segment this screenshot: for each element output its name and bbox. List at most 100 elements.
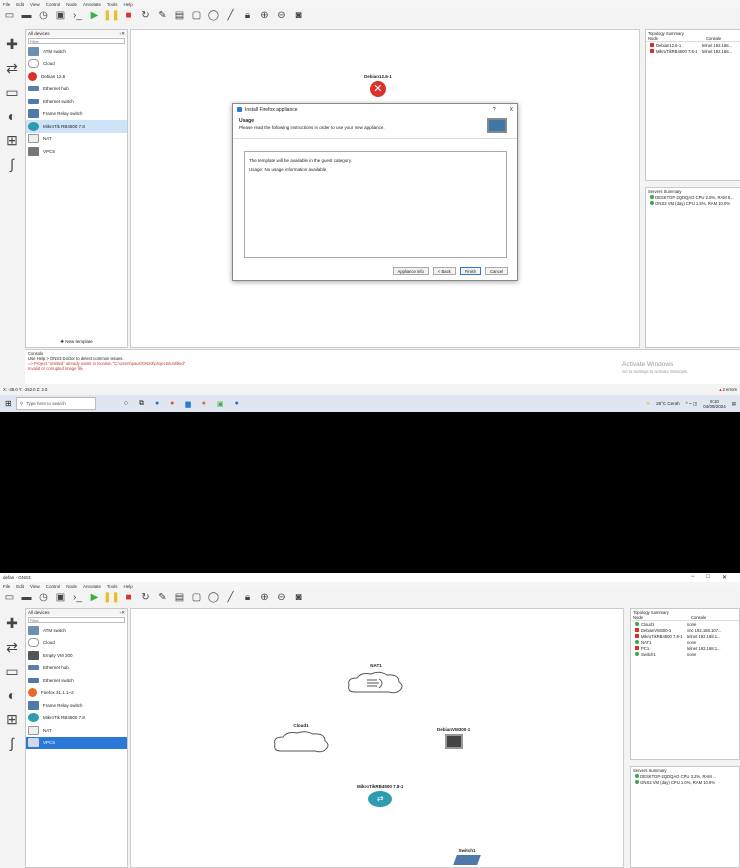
node-mikrotik[interactable]: MikroTikRB4500 7.8-1 ⇄ [357,784,403,807]
rectangle-icon[interactable]: ▢ [191,592,202,603]
line-icon[interactable]: ╱ [225,592,236,603]
all-devices-icon[interactable]: ⊞ [4,132,20,148]
server-row[interactable]: DESKTOP-2QDQAO CPU 2.5%, RAM 8... [646,194,740,200]
stop-icon[interactable]: ■ [123,592,134,603]
back-button[interactable]: < Back [432,267,456,275]
maximize-button[interactable]: □ [706,574,710,581]
menu-help[interactable]: Help [124,2,133,7]
menu-control[interactable]: Control [46,2,61,7]
image-icon[interactable]: ▤ [174,10,185,21]
node-debian[interactable]: DebianVM300-1 [437,727,470,749]
screenshot-icon[interactable]: ◙ [293,592,304,603]
device-atm-switch[interactable]: ATM switch [26,45,127,58]
filter-input[interactable]: Filter [28,38,125,44]
start-icon[interactable]: ▶ [89,592,100,603]
finish-button[interactable]: Finish [459,267,481,275]
security-devices-icon[interactable]: ◐ [4,687,20,703]
add-link-icon[interactable]: ∫ [4,735,20,751]
chrome-icon[interactable]: ● [170,400,174,408]
device-ethernet-switch[interactable]: Ethernet switch [26,95,127,108]
menu-view[interactable]: View [30,2,40,7]
panel-controls-icon[interactable]: ▫✕ [120,610,125,615]
minimize-button[interactable]: − [691,574,695,581]
menu-file[interactable]: File [3,2,10,7]
close-button[interactable]: X [510,107,513,113]
menu-view[interactable]: View [30,584,40,589]
switches-icon[interactable]: ⇄ [4,639,20,655]
device-empty-vm[interactable]: Empty VM 300 [26,649,127,662]
device-frame-relay[interactable]: Frame Relay switch [26,108,127,121]
topology-canvas[interactable]: NAT1 Cloud1 DebianVM300-1 MikroTikRB4500… [130,608,624,868]
console-icon[interactable]: ›_ [72,592,83,603]
menu-node[interactable]: Node [66,2,77,7]
app-icon[interactable]: ▣ [217,400,224,408]
new-project-icon[interactable]: ▭ [4,592,15,603]
rectangle-icon[interactable]: ▢ [191,10,202,21]
open-project-icon[interactable]: ▬ [21,10,32,21]
lock-icon[interactable]: 🔒︎ [242,592,253,603]
taskbar-search[interactable]: ⚲ Type here to search [15,397,96,410]
error-count[interactable]: ▲2 errors [718,387,737,392]
node-debian[interactable]: Debian12.6-1 ✕ [364,74,392,97]
all-devices-icon[interactable]: ⊞ [4,711,20,727]
topology-row[interactable]: Switch1 none [631,651,739,657]
panel-controls-icon[interactable]: ▫✕ [120,31,125,36]
snapshot-icon[interactable]: ▣ [55,592,66,603]
menu-annotate[interactable]: Annotate [83,584,101,589]
routers-icon[interactable]: ✚ [4,36,20,52]
snapshot-icon[interactable]: ▣ [55,10,66,21]
cortana-icon[interactable]: ○ [124,400,128,408]
menu-file[interactable]: File [3,584,10,589]
new-template-button[interactable]: ✚ New template [26,339,127,345]
device-nat[interactable]: NAT [26,724,127,737]
end-devices-icon[interactable]: ▭ [4,663,20,679]
edge-icon[interactable]: ● [155,400,159,408]
device-frame-relay[interactable]: Frame Relay switch [26,699,127,712]
device-cloud[interactable]: Cloud [26,58,127,71]
zoom-in-icon[interactable]: ⊕ [259,10,270,21]
topology-row[interactable]: Debian12.6-1 telnet 192.168... [646,42,740,48]
server-row[interactable]: GNS3 VM (day) CPU 1.0%, RAM 10.9% [631,779,739,785]
security-devices-icon[interactable]: ◐ [4,108,20,124]
device-mikrotik[interactable]: MikroTik RB4500 7.8 [26,120,127,133]
line-icon[interactable]: ╱ [225,10,236,21]
pause-icon[interactable]: ❚❚ [103,10,120,21]
device-vpcs[interactable]: VPCS [26,145,127,158]
add-link-icon[interactable]: ∫ [4,156,20,172]
console-icon[interactable]: ›_ [72,10,83,21]
usage-text-area[interactable]: The template will be available in the gu… [244,151,507,258]
history-icon[interactable]: ◷ [38,10,49,21]
tray-icons[interactable]: ^ ⌁ ◫ [686,401,698,407]
zoom-in-icon[interactable]: ⊕ [259,592,270,603]
stop-icon[interactable]: ■ [123,10,134,21]
lock-icon[interactable]: 🔒︎ [242,10,253,21]
topology-row[interactable]: MikroTikRB4500 7.8-1 telnet 192.168... [646,48,740,54]
routers-icon[interactable]: ✚ [4,615,20,631]
help-button[interactable]: ? [493,107,496,113]
zoom-out-icon[interactable]: ⊖ [276,592,287,603]
device-vpcs[interactable]: VPCS [26,736,127,749]
menu-edit[interactable]: Edit [16,2,24,7]
node-nat[interactable]: NAT1 [345,663,407,696]
reload-icon[interactable]: ↻ [140,592,151,603]
task-view-icon[interactable]: ⧉ [139,400,144,408]
windows-start-icon[interactable]: ⊞ [5,399,12,408]
switches-icon[interactable]: ⇄ [4,60,20,76]
appliance-info-button[interactable]: Appliance info [392,267,429,275]
pause-icon[interactable]: ❚❚ [103,592,120,603]
browser-icon[interactable]: ● [235,400,239,408]
device-mikrotik[interactable]: MikroTik RB4500 7.8 [26,712,127,725]
menu-help[interactable]: Help [124,584,133,589]
open-project-icon[interactable]: ▬ [21,592,32,603]
menu-tools[interactable]: Tools [107,584,118,589]
notification-icon[interactable]: ▤ [732,401,736,407]
new-project-icon[interactable]: ▭ [4,10,15,21]
device-debian[interactable]: Debian 12.6 [26,70,127,83]
ellipse-icon[interactable]: ◯ [208,10,219,21]
menu-node[interactable]: Node [66,584,77,589]
menu-control[interactable]: Control [46,584,61,589]
device-atm-switch[interactable]: ATM switch [26,624,127,637]
history-icon[interactable]: ◷ [38,592,49,603]
device-ethernet-switch[interactable]: Ethernet switch [26,674,127,687]
node-cloud[interactable]: Cloud1 [271,723,331,754]
